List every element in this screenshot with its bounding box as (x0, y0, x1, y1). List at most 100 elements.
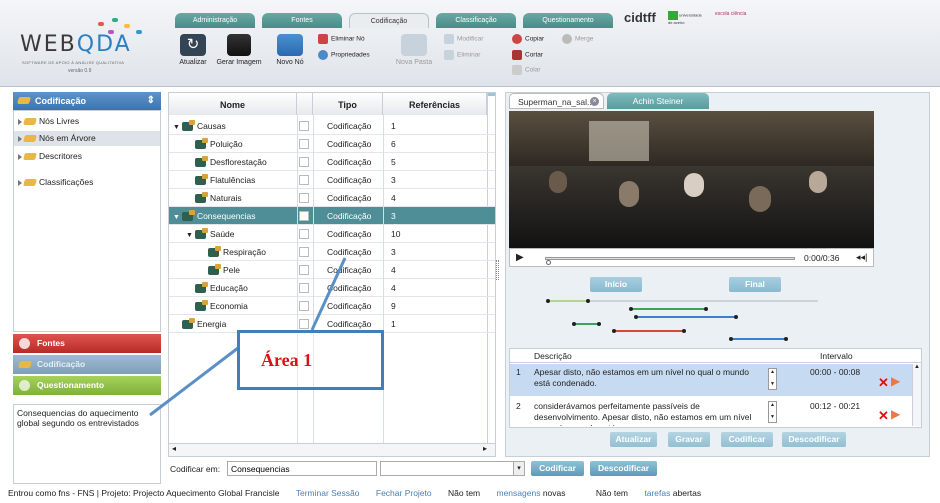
table-row[interactable]: ▼ Consequencias Codificação 3 (169, 207, 495, 225)
nova-pasta-button[interactable]: Nova Pasta (394, 34, 434, 66)
table-row[interactable]: ▼ Saúde Codificação 10 (169, 225, 495, 243)
tarefas-link[interactable]: tarefas (644, 488, 670, 498)
table-row[interactable]: Respiração Codificação 3 (169, 243, 495, 261)
accordion-codificacao[interactable]: Codificação (13, 355, 161, 374)
tab-administracao[interactable]: Administração (175, 13, 255, 28)
expand-icon[interactable] (18, 179, 22, 186)
node-checkbox[interactable] (299, 121, 309, 131)
segment-table-scrollbar[interactable]: ▲ (912, 364, 921, 426)
expand-icon[interactable] (18, 135, 22, 142)
table-row[interactable]: Educação Codificação 4 (169, 279, 495, 297)
row-scrollbar[interactable]: ▲ ▼ (768, 401, 777, 423)
node-checkbox[interactable] (299, 193, 309, 203)
node-name: Naturais (210, 193, 242, 203)
delete-segment-icon[interactable]: ✕ (878, 408, 889, 424)
delete-segment-icon[interactable]: ✕ (878, 375, 889, 391)
segment-timeline[interactable] (526, 296, 826, 348)
segment-row[interactable]: 2 considerávamos perfeitamente passíveis… (510, 398, 912, 426)
gerar-imagem-button[interactable]: Gerar Imagem (214, 34, 264, 66)
gravar-button[interactable]: Gravar (668, 432, 710, 447)
close-icon[interactable]: × (590, 97, 599, 106)
codificar-button[interactable]: Codificar (531, 461, 584, 476)
col-header-nome[interactable]: Nome (169, 93, 297, 115)
propriedades-button[interactable]: Propriedades (318, 50, 370, 60)
tree-item-nos-livres[interactable]: Nós Livres (18, 114, 158, 129)
table-row[interactable]: Economia Codificação 9 (169, 297, 495, 315)
node-refs: 3 (391, 247, 396, 257)
row-scrollbar[interactable]: ▲ ▼ (768, 368, 777, 390)
horizontal-scrollbar[interactable]: ◂ ▸ (169, 443, 495, 456)
play-segment-icon[interactable]: ▶ (891, 374, 900, 388)
node-checkbox[interactable] (299, 211, 309, 221)
table-row[interactable]: Desflorestação Codificação 5 (169, 153, 495, 171)
play-icon[interactable]: ▶ (516, 252, 524, 263)
scroll-left-icon[interactable]: ◂ (172, 444, 176, 453)
table-row[interactable]: Pele Codificação 4 (169, 261, 495, 279)
node-checkbox[interactable] (299, 175, 309, 185)
table-row[interactable]: ▼ Causas Codificação 1 (169, 117, 495, 135)
colar-button[interactable]: Colar (512, 65, 541, 75)
copiar-button[interactable]: Copiar (512, 34, 544, 44)
collapse-icon[interactable]: ⇕ (147, 92, 155, 110)
merge-button[interactable]: Merge (562, 34, 593, 44)
video-seek-bar[interactable] (545, 257, 795, 260)
expand-icon[interactable]: ▼ (186, 232, 193, 239)
seek-handle[interactable] (546, 260, 551, 265)
mensagens-link[interactable]: mensagens (497, 488, 541, 498)
segment-row[interactable]: 1 Apesar disto, não estamos em um nível … (510, 364, 912, 396)
tab-fontes[interactable]: Fontes (262, 13, 342, 28)
table-row[interactable]: Poluição Codificação 6 (169, 135, 495, 153)
tree-item-nos-em-arvore[interactable]: Nós em Árvore (14, 131, 160, 146)
col-header-tipo[interactable]: Tipo (313, 93, 383, 115)
eliminar-no-button[interactable]: Eliminar Nó (318, 34, 365, 44)
node-checkbox[interactable] (299, 319, 309, 329)
col-header-referencias[interactable]: Referências (383, 93, 487, 115)
fechar-projeto-link[interactable]: Fechar Projeto (376, 488, 432, 498)
col-header-check (297, 93, 313, 115)
modificar-button[interactable]: Modificar (444, 34, 483, 44)
table-row[interactable]: Flatulências Codificação 3 (169, 171, 495, 189)
atualizar-button[interactable]: ↻ Atualizar (175, 34, 211, 66)
descodificar-segment-button[interactable]: Descodificar (782, 432, 846, 447)
codificar-em-input[interactable] (227, 461, 377, 476)
node-checkbox[interactable] (299, 247, 309, 257)
scroll-right-icon[interactable]: ▸ (483, 444, 487, 453)
tree-item-classificacoes[interactable]: Classificações (18, 175, 158, 190)
novo-no-button[interactable]: Novo Nó (274, 34, 306, 66)
final-button[interactable]: Final (729, 277, 781, 292)
video-frame[interactable] (509, 111, 874, 248)
university-logo: universidade de aveiro (668, 11, 702, 25)
node-type: Codificação (327, 229, 372, 239)
codificar-segment-button[interactable]: Codificar (721, 432, 773, 447)
volume-icon[interactable]: ◂◂| (856, 252, 867, 263)
tab-achin-steiner[interactable]: Achin Steiner (607, 93, 709, 109)
accordion-fontes[interactable]: Fontes (13, 334, 161, 353)
node-checkbox[interactable] (299, 229, 309, 239)
tab-questionamento[interactable]: Questionamento (523, 13, 613, 28)
inicio-button[interactable]: Início (590, 277, 642, 292)
table-row[interactable]: Naturais Codificação 4 (169, 189, 495, 207)
cortar-button[interactable]: Cortar (512, 50, 543, 60)
tree-item-descritores[interactable]: Descritores (18, 149, 158, 164)
chevron-down-icon[interactable]: ▾ (513, 462, 524, 475)
expand-icon[interactable] (18, 118, 22, 125)
tab-classificacao[interactable]: Classificação (436, 13, 516, 28)
tab-codificacao[interactable]: Codificação (349, 13, 429, 28)
expand-icon[interactable] (18, 153, 22, 160)
eliminar-button[interactable]: Eliminar (444, 50, 480, 60)
expand-icon[interactable]: ▼ (173, 124, 180, 131)
tab-superman[interactable]: Superman_na_sal... × (509, 93, 604, 109)
node-checkbox[interactable] (299, 265, 309, 275)
accordion-questionamento[interactable]: Questionamento (13, 376, 161, 395)
descodificar-button[interactable]: Descodificar (590, 461, 657, 476)
terminar-sessao-link[interactable]: Terminar Sessão (296, 488, 360, 498)
play-segment-icon[interactable]: ▶ (891, 407, 900, 421)
atualizar-segment-button[interactable]: Atualizar (610, 432, 657, 447)
coding-select[interactable]: ▾ (380, 461, 525, 476)
pane-resize-handle[interactable] (496, 260, 499, 280)
node-checkbox[interactable] (299, 283, 309, 293)
node-checkbox[interactable] (299, 139, 309, 149)
node-checkbox[interactable] (299, 157, 309, 167)
expand-icon[interactable]: ▼ (173, 214, 180, 221)
node-checkbox[interactable] (299, 301, 309, 311)
